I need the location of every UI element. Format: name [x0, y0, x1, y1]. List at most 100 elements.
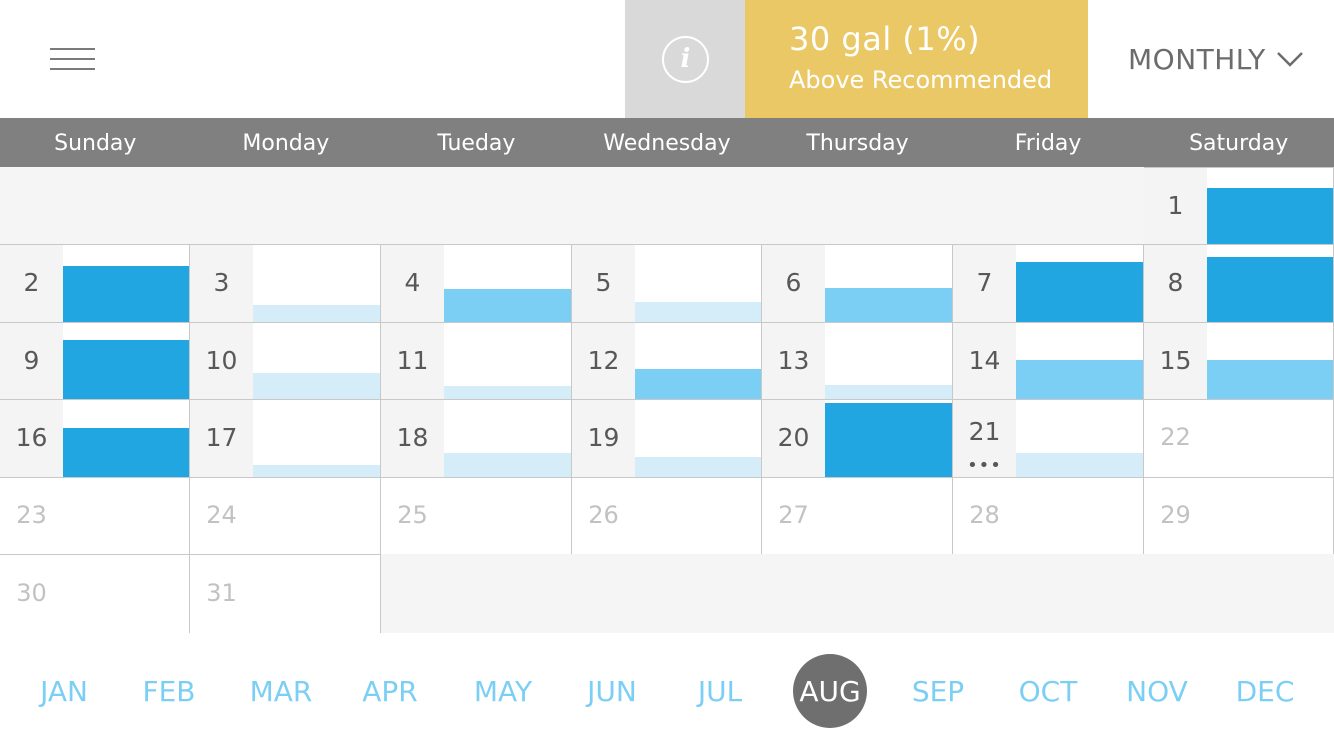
month-label: FEB: [142, 675, 196, 708]
calendar-day-20[interactable]: 20: [762, 399, 953, 477]
calendar-day-11[interactable]: 11: [381, 322, 572, 399]
usage-bar: [635, 302, 761, 322]
day-number: 23: [16, 500, 47, 529]
usage-bar: [825, 288, 952, 322]
month-label: SEP: [911, 675, 965, 708]
month-may[interactable]: MAY: [448, 633, 558, 750]
calendar-day-13[interactable]: 13: [762, 322, 953, 399]
usage-bar-area: [825, 323, 952, 399]
month-label: DEC: [1235, 675, 1295, 708]
usage-bar: [1207, 188, 1333, 244]
usage-bar-area: [1207, 323, 1333, 399]
calendar-day-1[interactable]: 1: [1144, 167, 1334, 244]
calendar-day-21[interactable]: 21 •••: [953, 399, 1144, 477]
month-apr[interactable]: APR: [335, 633, 445, 750]
day-number: 20: [777, 423, 810, 452]
month-jun[interactable]: JUN: [557, 633, 667, 750]
calendar-day-17[interactable]: 17: [190, 399, 381, 477]
hamburger-menu-icon[interactable]: [50, 48, 95, 72]
calendar-day-18[interactable]: 18: [381, 399, 572, 477]
day-number: 16: [15, 423, 48, 452]
calendar-day-10[interactable]: 10: [190, 322, 381, 399]
month-sep[interactable]: SEP: [883, 633, 993, 750]
calendar-day-27: 27: [762, 477, 953, 554]
usage-bar-area: [253, 245, 380, 322]
day-number: 11: [396, 345, 429, 375]
weekday-label: Monday: [242, 131, 330, 156]
calendar-day-24: 24: [190, 477, 381, 554]
day-number: 12: [587, 345, 620, 375]
usage-bar-area: [1016, 245, 1143, 322]
usage-bar-area: [1016, 323, 1143, 399]
calendar-day-26: 26: [572, 477, 762, 554]
usage-bar: [635, 457, 761, 477]
day-number: 2: [23, 268, 40, 297]
day-number: 26: [588, 500, 619, 529]
month-label: NOV: [1126, 675, 1188, 708]
month-feb[interactable]: FEB: [114, 633, 224, 750]
day-number: 8: [1167, 268, 1184, 297]
usage-status-note: Above Recommended: [789, 66, 1053, 94]
chevron-down-icon: [1276, 52, 1303, 67]
month-jan[interactable]: JAN: [9, 633, 119, 750]
top-bar: i 30 gal (1%) Above Recommended MONTHLY: [0, 0, 1334, 118]
day-number: 29: [1160, 500, 1191, 529]
day-number: 18: [396, 423, 429, 452]
period-dropdown[interactable]: MONTHLY: [1128, 40, 1304, 78]
month-aug[interactable]: AUG: [775, 633, 885, 750]
calendar-day-8[interactable]: 8: [1144, 244, 1334, 322]
month-oct[interactable]: OCT: [993, 633, 1103, 750]
day-number: 14: [968, 345, 1001, 375]
calendar-day-9[interactable]: 9: [0, 322, 190, 399]
month-nov[interactable]: NOV: [1102, 633, 1212, 750]
usage-bar: [1016, 262, 1143, 322]
usage-bar: [1207, 257, 1333, 322]
usage-bar-area: [1207, 168, 1333, 244]
calendar-day-19[interactable]: 19: [572, 399, 762, 477]
day-number: 30: [16, 578, 47, 607]
day-number: 25: [397, 500, 428, 529]
day-number: 5: [595, 268, 612, 297]
calendar-day-7[interactable]: 7: [953, 244, 1144, 322]
calendar-day-15[interactable]: 15: [1144, 322, 1334, 399]
usage-bar: [253, 305, 380, 322]
month-jul[interactable]: JUL: [665, 633, 775, 750]
day-number: 6: [785, 268, 802, 297]
usage-bar: [63, 340, 189, 399]
calendar-day-16[interactable]: 16: [0, 399, 190, 477]
usage-bar: [253, 373, 380, 399]
usage-bar-area: [444, 400, 571, 477]
weekday-label: Tueday: [437, 131, 516, 156]
usage-bar: [444, 289, 571, 322]
day-number: 13: [777, 345, 810, 375]
month-mar[interactable]: MAR: [226, 633, 336, 750]
day-number: 28: [969, 500, 1000, 529]
calendar-day-3[interactable]: 3: [190, 244, 381, 322]
usage-bar-area: [253, 323, 380, 399]
today-indicator: •••: [967, 455, 1002, 476]
calendar-day-14[interactable]: 14: [953, 322, 1144, 399]
calendar-day-12[interactable]: 12: [572, 322, 762, 399]
calendar-day-29: 29: [1144, 477, 1334, 554]
day-number: 21: [968, 417, 1001, 446]
calendar-day-31: 31: [190, 554, 381, 633]
month-dec[interactable]: DEC: [1210, 633, 1320, 750]
usage-bar-area: [444, 245, 571, 322]
day-number: 19: [587, 423, 620, 452]
usage-bar: [444, 386, 571, 399]
usage-status-value: 30 gal (1%): [789, 20, 981, 58]
usage-bar-area: [63, 245, 189, 322]
day-number: 17: [205, 423, 238, 452]
month-label: MAR: [249, 675, 313, 708]
usage-bar-area: [1207, 245, 1333, 322]
calendar-day-6[interactable]: 6: [762, 244, 953, 322]
info-button[interactable]: i: [625, 0, 745, 118]
calendar-day-25: 25: [381, 477, 572, 554]
calendar-day-5[interactable]: 5: [572, 244, 762, 322]
calendar-day-22: 22: [1144, 399, 1334, 477]
calendar-day-2[interactable]: 2: [0, 244, 190, 322]
calendar-day-4[interactable]: 4: [381, 244, 572, 322]
info-icon: i: [662, 36, 709, 83]
month-label: MAY: [473, 675, 533, 708]
month-label: OCT: [1018, 675, 1078, 708]
